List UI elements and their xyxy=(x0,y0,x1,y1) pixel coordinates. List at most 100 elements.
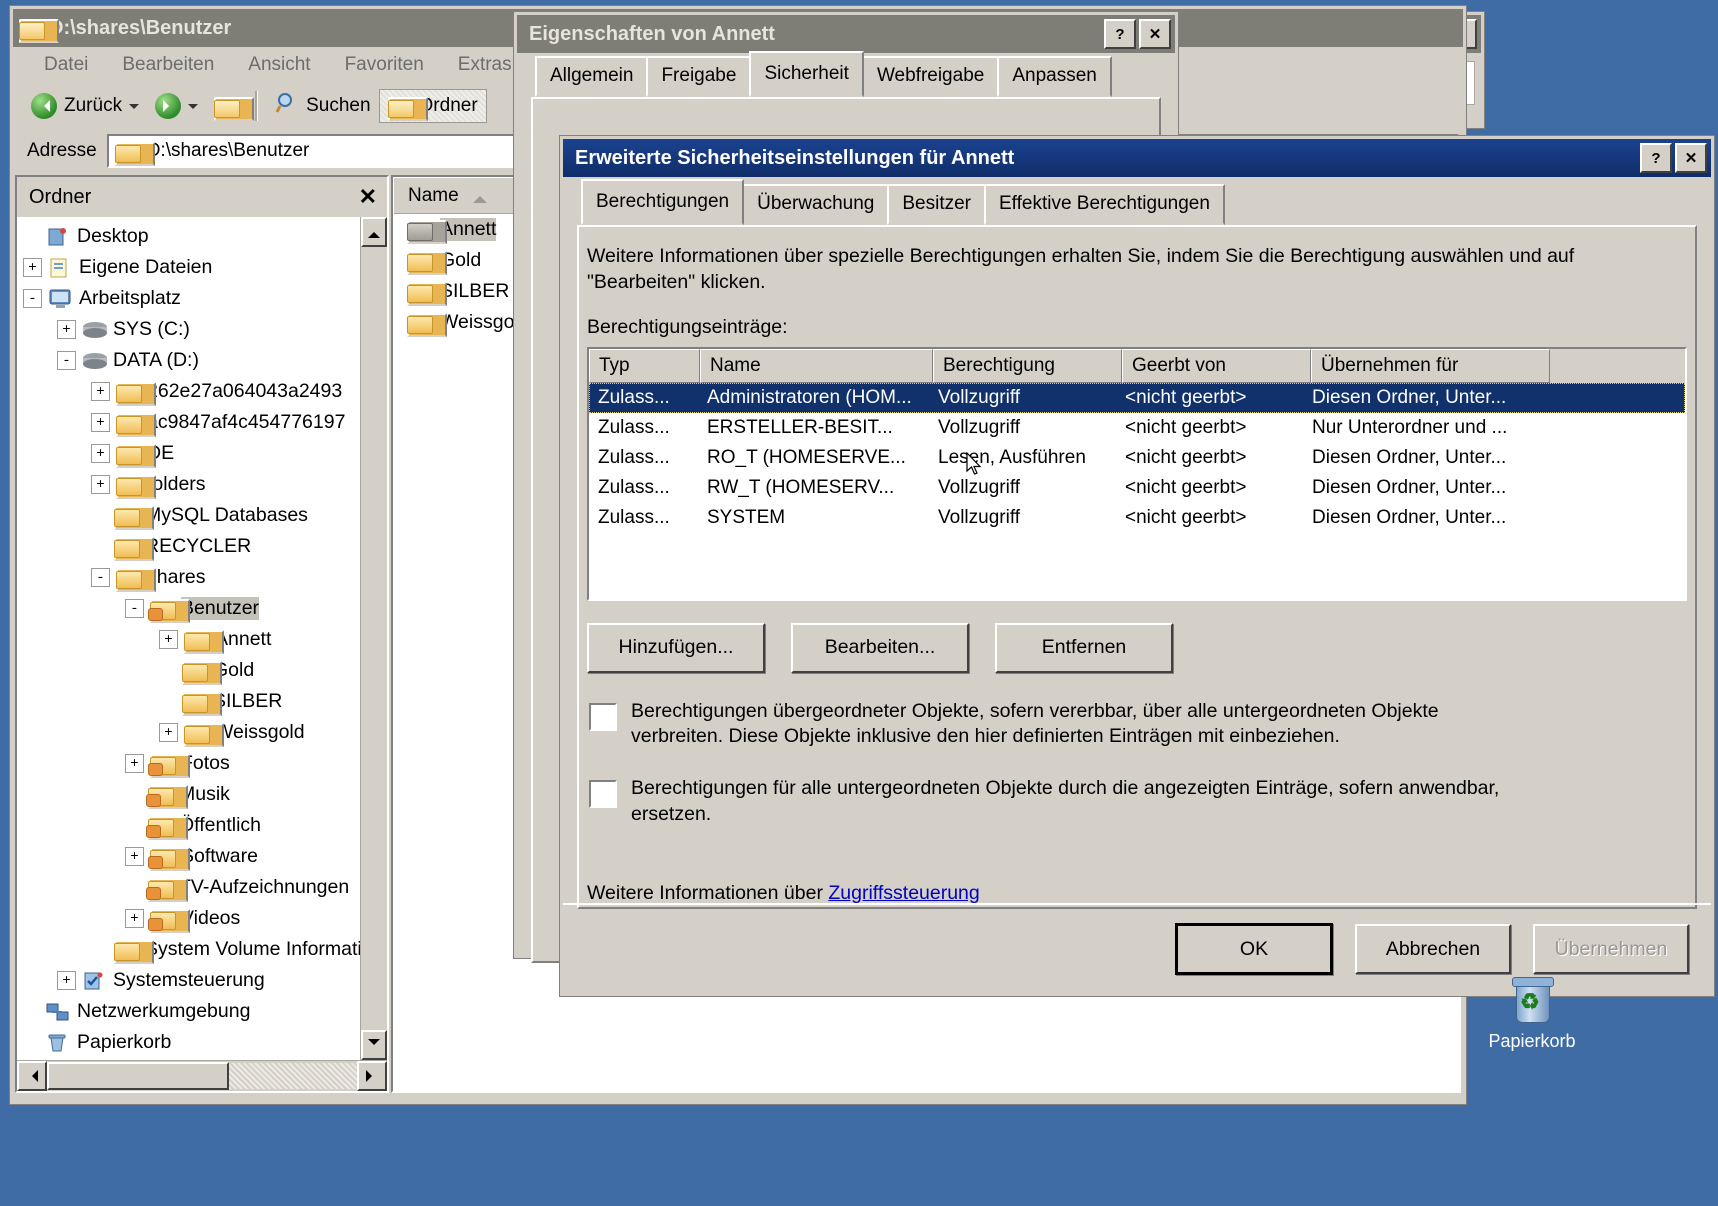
chevron-down-icon[interactable] xyxy=(129,104,139,114)
help-button[interactable]: ? xyxy=(1104,19,1136,49)
menu-datei[interactable]: Datei xyxy=(27,50,105,80)
cancel-button[interactable]: Abbrechen xyxy=(1355,924,1511,974)
tree-item-tv-aufzeichnungen[interactable]: TV-Aufzeichnungen xyxy=(17,872,361,903)
tab-besitzer[interactable]: Besitzer xyxy=(887,184,986,225)
tab-freigabe[interactable]: Freigabe xyxy=(646,56,751,97)
tree-expander[interactable]: + xyxy=(57,320,76,339)
scroll-down-button[interactable] xyxy=(361,1030,387,1060)
tree-item-musik[interactable]: Musik xyxy=(17,779,361,810)
close-button[interactable]: ✕ xyxy=(1675,143,1707,173)
hscroll-right-button[interactable] xyxy=(357,1061,387,1091)
column-header-name[interactable]: Name xyxy=(700,349,933,383)
tree-expander[interactable]: + xyxy=(91,382,110,401)
tree-item-data-d[interactable]: -DATA (D:) xyxy=(17,345,361,376)
column-header-bernehmen-f-r[interactable]: Übernehmen für xyxy=(1311,349,1550,383)
tab-ueberwachung[interactable]: Überwachung xyxy=(742,184,889,225)
add-button[interactable]: Hinzufügen... xyxy=(587,623,765,673)
tab-effektive-berechtigungen[interactable]: Effektive Berechtigungen xyxy=(984,184,1225,225)
menu-favoriten[interactable]: Favoriten xyxy=(328,50,441,80)
permission-entry-row[interactable]: Zulass...ERSTELLER-BESIT...Vollzugriff<n… xyxy=(589,413,1685,443)
tab-anpassen[interactable]: Anpassen xyxy=(997,56,1112,97)
tree-expander[interactable]: + xyxy=(91,413,110,432)
remove-button[interactable]: Entfernen xyxy=(995,623,1173,673)
menu-bearbeiten[interactable]: Bearbeiten xyxy=(105,50,231,80)
tree-item-folders[interactable]: +folders xyxy=(17,469,361,500)
tree-expander[interactable]: + xyxy=(91,475,110,494)
column-header-typ[interactable]: Typ xyxy=(589,349,700,383)
hscroll-thumb[interactable] xyxy=(47,1062,229,1090)
tree-expander[interactable]: + xyxy=(23,258,42,277)
permission-entries-listview[interactable]: TypNameBerechtigungGeerbt vonÜbernehmen … xyxy=(587,347,1687,601)
advanced-security-dialog[interactable]: Erweiterte Sicherheitseinstellungen für … xyxy=(560,136,1714,996)
help-button[interactable]: ? xyxy=(1640,143,1672,173)
tree-item-gold[interactable]: Gold xyxy=(17,655,361,686)
tab-sicherheit[interactable]: Sicherheit xyxy=(749,51,864,97)
tree-item-eigene-dateien[interactable]: +Eigene Dateien xyxy=(17,252,361,283)
search-button[interactable]: Suchen xyxy=(267,86,378,126)
tab-webfreigabe[interactable]: Webfreigabe xyxy=(862,56,999,97)
back-button[interactable]: Zurück xyxy=(23,88,147,124)
tree-expander[interactable]: - xyxy=(125,599,144,618)
tree-expander[interactable]: + xyxy=(91,444,110,463)
close-button[interactable]: ✕ xyxy=(1139,19,1171,49)
hscroll-left-button[interactable] xyxy=(17,1061,47,1091)
ok-button[interactable]: OK xyxy=(1175,923,1333,975)
listview-rows[interactable]: Zulass...Administratoren (HOM...Vollzugr… xyxy=(589,383,1685,599)
forward-button[interactable] xyxy=(147,88,206,124)
tree-expander[interactable]: - xyxy=(57,351,76,370)
recycle-bin-desktop-icon[interactable]: ♻ Papierkorb xyxy=(1472,975,1592,1052)
tree-expander[interactable]: - xyxy=(91,568,110,587)
tree-expander[interactable]: + xyxy=(125,909,144,928)
close-icon[interactable]: ✕ xyxy=(359,184,377,210)
tree-item-system-volume-information[interactable]: System Volume Information xyxy=(17,934,361,965)
inherit-permissions-checkbox[interactable] xyxy=(589,703,617,731)
tree-expander[interactable]: + xyxy=(159,723,178,742)
hscroll-track[interactable] xyxy=(229,1063,357,1089)
tree-item-netzwerkumgebung[interactable]: Netzwerkumgebung xyxy=(17,996,361,1027)
tree-item-benutzer[interactable]: -Benutzer xyxy=(17,593,361,624)
tree-item-videos[interactable]: +Videos xyxy=(17,903,361,934)
tree-item-de[interactable]: +DE xyxy=(17,438,361,469)
replace-permissions-row[interactable]: Berechtigungen für alle untergeordneten … xyxy=(589,776,1695,827)
tree-item-mysql-databases[interactable]: MySQL Databases xyxy=(17,500,361,531)
folder-tree[interactable]: Desktop+Eigene Dateien-Arbeitsplatz+SYS … xyxy=(17,217,387,1060)
tab-allgemein[interactable]: Allgemein xyxy=(535,56,648,97)
scroll-up-button[interactable] xyxy=(361,217,387,247)
menu-ansicht[interactable]: Ansicht xyxy=(231,50,327,80)
folders-button[interactable]: Ordner xyxy=(379,89,487,123)
tree-item-recycler[interactable]: RECYCLER xyxy=(17,531,361,562)
tree-item-sys-c[interactable]: +SYS (C:) xyxy=(17,314,361,345)
tree-item-fotos[interactable]: +Fotos xyxy=(17,748,361,779)
tree-hscrollbar[interactable] xyxy=(17,1060,387,1091)
tree-item-shares[interactable]: -shares xyxy=(17,562,361,593)
tree-item-annett[interactable]: +Annett xyxy=(17,624,361,655)
tree-item-software[interactable]: +Software xyxy=(17,841,361,872)
tree-expander[interactable]: + xyxy=(57,971,76,990)
tree-item-ac9847af4c454776197[interactable]: +ac9847af4c454776197 xyxy=(17,407,361,438)
permission-entry-row[interactable]: Zulass...Administratoren (HOM...Vollzugr… xyxy=(589,383,1685,413)
tree-item-silber[interactable]: SILBER xyxy=(17,686,361,717)
tree-item-262e27a064043a2493[interactable]: +262e27a064043a2493 xyxy=(17,376,361,407)
tree-item-weissgold[interactable]: +Weissgold xyxy=(17,717,361,748)
access-control-link[interactable]: Zugriffssteuerung xyxy=(828,882,979,904)
edit-button[interactable]: Bearbeiten... xyxy=(791,623,969,673)
replace-permissions-checkbox[interactable] xyxy=(589,780,617,808)
tree-expander[interactable]: + xyxy=(125,754,144,773)
tree-expander[interactable]: - xyxy=(23,289,42,308)
permission-entry-row[interactable]: Zulass...RO_T (HOMESERVE...Lesen, Ausfüh… xyxy=(589,443,1685,473)
tree-item-arbeitsplatz[interactable]: -Arbeitsplatz xyxy=(17,283,361,314)
tree-item-papierkorb[interactable]: Papierkorb xyxy=(17,1027,361,1058)
tree-expander[interactable]: + xyxy=(159,630,178,649)
permission-entry-row[interactable]: Zulass...RW_T (HOMESERV...Vollzugriff<ni… xyxy=(589,473,1685,503)
tab-berechtigungen[interactable]: Berechtigungen xyxy=(581,179,744,225)
inherit-permissions-row[interactable]: Berechtigungen übergeordneter Objekte, s… xyxy=(589,699,1695,750)
up-button[interactable] xyxy=(206,92,246,121)
tree-item-desktop[interactable]: Desktop xyxy=(17,221,361,252)
column-header-berechtigung[interactable]: Berechtigung xyxy=(933,349,1122,383)
tree-scrollbar[interactable] xyxy=(360,217,387,1060)
chevron-down-icon[interactable] xyxy=(188,104,198,114)
column-header-geerbt-von[interactable]: Geerbt von xyxy=(1122,349,1311,383)
tree-item-systemsteuerung[interactable]: +Systemsteuerung xyxy=(17,965,361,996)
tree-item-ffentlich[interactable]: Öffentlich xyxy=(17,810,361,841)
tree-expander[interactable]: + xyxy=(125,847,144,866)
